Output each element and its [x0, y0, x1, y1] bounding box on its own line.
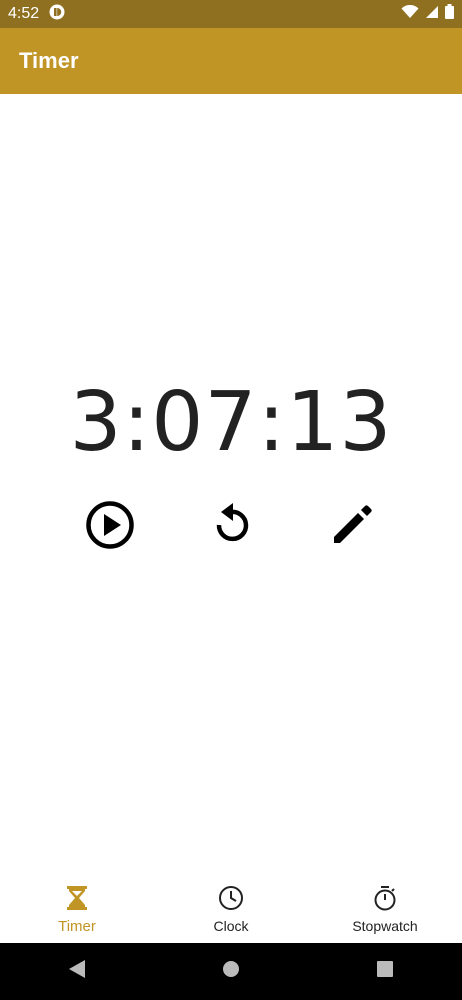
timer-controls	[0, 500, 462, 554]
hourglass-icon	[66, 885, 88, 916]
bottom-nav: Timer Clock Stopwatch	[0, 880, 462, 943]
stopwatch-icon	[372, 885, 398, 916]
home-button[interactable]	[201, 943, 261, 1000]
play-button[interactable]	[83, 500, 137, 554]
status-time: 4:52	[8, 5, 40, 22]
edit-button[interactable]	[325, 500, 379, 554]
nav-item-clock[interactable]: Clock	[154, 880, 308, 943]
notification-app-icon	[49, 4, 65, 25]
clock-icon	[218, 885, 244, 916]
reset-icon	[209, 501, 253, 554]
nav-item-timer[interactable]: Timer	[0, 880, 154, 943]
battery-icon	[445, 4, 454, 24]
app-title: Timer	[19, 48, 79, 73]
system-nav-bar	[0, 943, 462, 1000]
reset-button[interactable]	[204, 500, 258, 554]
status-bar: 4:52	[0, 0, 462, 28]
recents-square-icon	[377, 961, 393, 982]
wifi-icon	[401, 4, 419, 24]
back-triangle-icon	[68, 959, 86, 984]
nav-label-clock: Clock	[213, 918, 249, 934]
play-circle-icon	[85, 500, 135, 555]
nav-label-stopwatch: Stopwatch	[352, 918, 418, 934]
app-bar: Timer	[0, 28, 462, 94]
home-circle-icon	[222, 960, 240, 983]
timer-display: 3:07:13	[69, 375, 393, 470]
nav-item-stopwatch[interactable]: Stopwatch	[308, 880, 462, 943]
cell-signal-icon	[425, 5, 439, 24]
nav-label-timer: Timer	[58, 918, 96, 935]
pencil-icon	[328, 501, 376, 554]
status-right	[401, 4, 454, 24]
back-button[interactable]	[47, 943, 107, 1000]
recents-button[interactable]	[355, 943, 415, 1000]
status-left: 4:52	[8, 4, 65, 25]
